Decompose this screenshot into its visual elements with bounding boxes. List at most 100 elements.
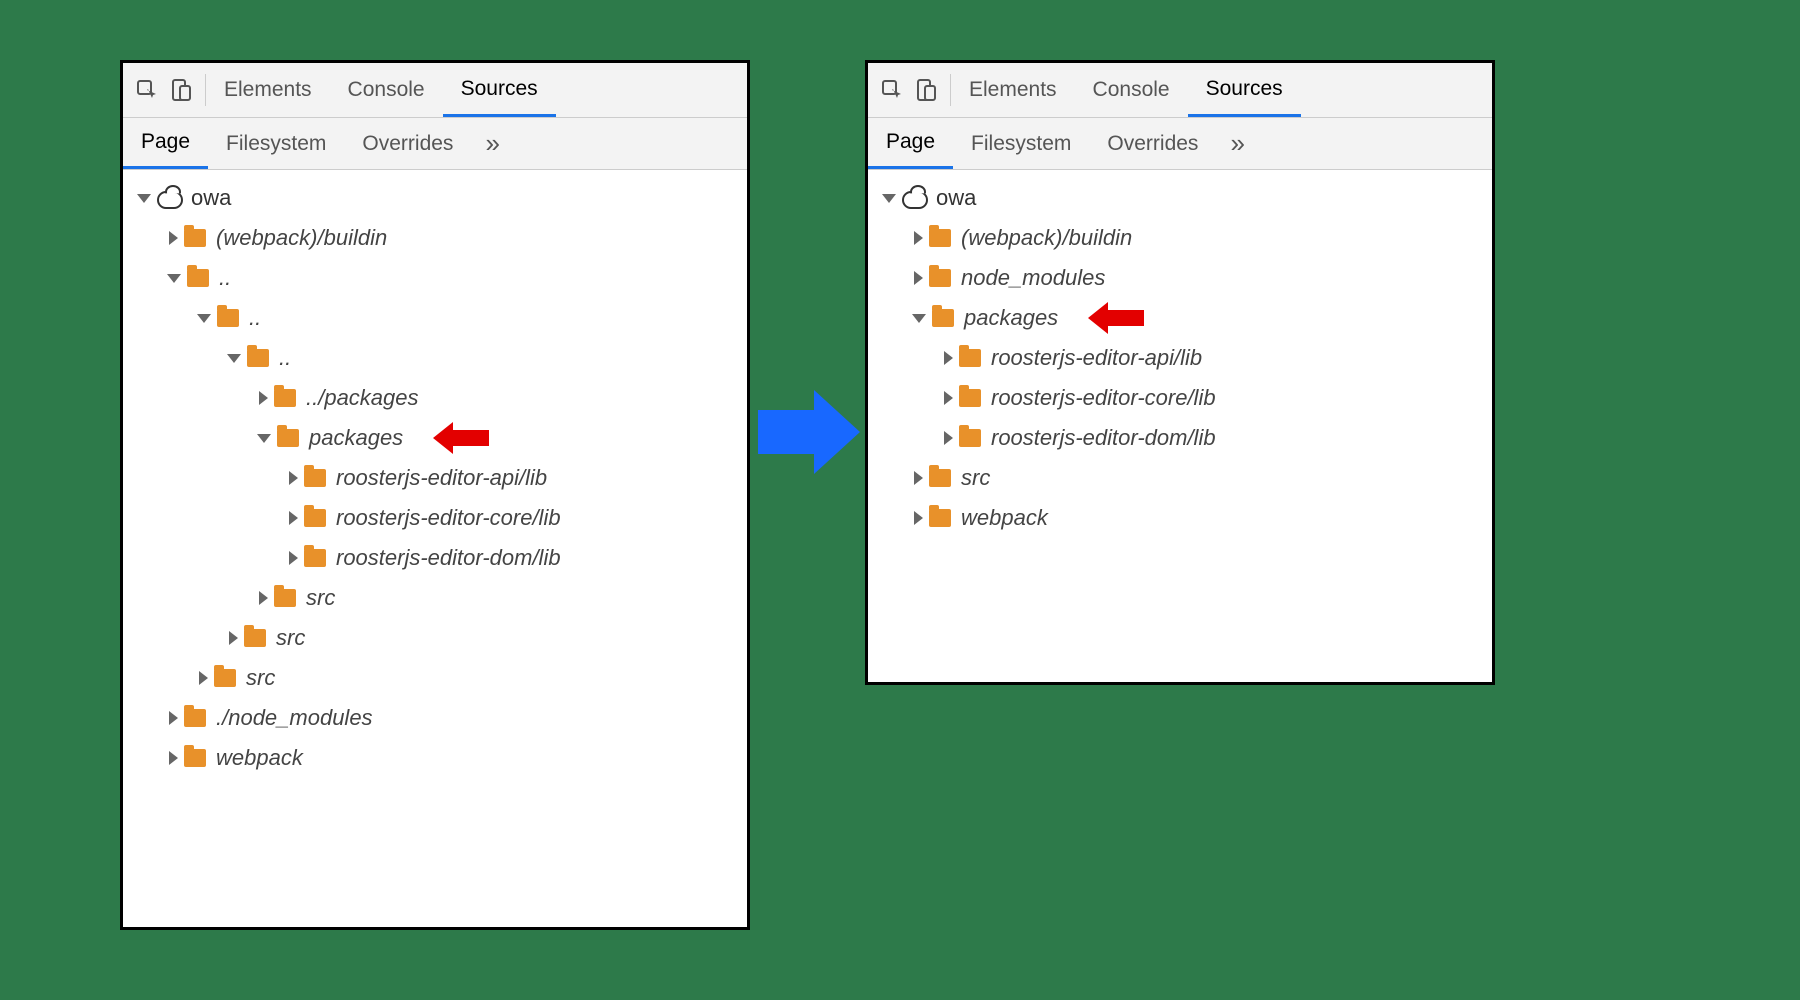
- tree-item-dotdot-3[interactable]: ..: [123, 338, 747, 378]
- expand-arrow-down-icon[interactable]: [227, 354, 241, 363]
- tree-item-label: ./node_modules: [216, 705, 373, 731]
- tree-item-dotdot-1[interactable]: ..: [123, 258, 747, 298]
- tree-item-node-modules[interactable]: node_modules: [868, 258, 1492, 298]
- expand-arrow-right-icon[interactable]: [944, 391, 953, 405]
- folder-icon: [187, 269, 209, 287]
- subtab-filesystem[interactable]: Filesystem: [208, 118, 344, 169]
- tree-item-roosterjs-core[interactable]: roosterjs-editor-core/lib: [123, 498, 747, 538]
- arrow-shaft-icon: [453, 430, 489, 446]
- tree-item-label: roosterjs-editor-dom/lib: [991, 425, 1216, 451]
- expand-arrow-right-icon[interactable]: [259, 591, 268, 605]
- tree-item-packages[interactable]: packages: [868, 298, 1492, 338]
- tree-item-label: ..: [219, 265, 231, 291]
- tree-item-roosterjs-core[interactable]: roosterjs-editor-core/lib: [868, 378, 1492, 418]
- tree-item-src-1[interactable]: src: [123, 658, 747, 698]
- folder-icon: [304, 469, 326, 487]
- tab-elements[interactable]: Elements: [951, 63, 1075, 117]
- subtab-overrides-label: Overrides: [362, 132, 453, 156]
- expand-arrow-right-icon[interactable]: [914, 231, 923, 245]
- tree-root-owa[interactable]: owa: [868, 178, 1492, 218]
- tree-item-src-3[interactable]: src: [123, 578, 747, 618]
- tab-console[interactable]: Console: [1075, 63, 1188, 117]
- expand-arrow-down-icon[interactable]: [912, 314, 926, 323]
- tab-elements-label: Elements: [969, 78, 1057, 102]
- tree-item-roosterjs-api[interactable]: roosterjs-editor-api/lib: [123, 458, 747, 498]
- devtools-panel-before: Elements Console Sources Page Filesystem…: [120, 60, 750, 930]
- subtab-page[interactable]: Page: [123, 118, 208, 169]
- tree-item-label: packages: [309, 425, 403, 451]
- blue-transition-arrow: [758, 390, 860, 474]
- tree-item-webpack[interactable]: webpack: [123, 738, 747, 778]
- tree-item-label: src: [246, 665, 275, 691]
- expand-arrow-down-icon[interactable]: [137, 194, 151, 203]
- subtab-more-icon[interactable]: »: [471, 118, 513, 169]
- inspect-element-icon[interactable]: [880, 78, 904, 102]
- expand-arrow-right-icon[interactable]: [944, 351, 953, 365]
- device-toggle-icon[interactable]: [169, 78, 193, 102]
- expand-arrow-right-icon[interactable]: [914, 271, 923, 285]
- arrow-shaft-icon: [1108, 310, 1144, 326]
- folder-icon: [184, 229, 206, 247]
- expand-arrow-right-icon[interactable]: [914, 471, 923, 485]
- tree-item-src[interactable]: src: [868, 458, 1492, 498]
- expand-arrow-right-icon[interactable]: [169, 711, 178, 725]
- expand-arrow-right-icon[interactable]: [289, 511, 298, 525]
- tree-item-label: (webpack)/buildin: [216, 225, 387, 251]
- folder-icon: [929, 269, 951, 287]
- tree-item-webpack[interactable]: webpack: [868, 498, 1492, 538]
- expand-arrow-right-icon[interactable]: [944, 431, 953, 445]
- subtab-overrides[interactable]: Overrides: [344, 118, 471, 169]
- tree-item-roosterjs-dom[interactable]: roosterjs-editor-dom/lib: [123, 538, 747, 578]
- tree-item-label: src: [961, 465, 990, 491]
- expand-arrow-right-icon[interactable]: [199, 671, 208, 685]
- expand-arrow-down-icon[interactable]: [197, 314, 211, 323]
- subtab-filesystem[interactable]: Filesystem: [953, 118, 1089, 169]
- tree-item-dotdot-2[interactable]: ..: [123, 298, 747, 338]
- tab-sources-label: Sources: [1206, 77, 1283, 101]
- tree-item-label: roosterjs-editor-api/lib: [336, 465, 547, 491]
- tree-root-owa[interactable]: owa: [123, 178, 747, 218]
- expand-arrow-right-icon[interactable]: [229, 631, 238, 645]
- tab-sources[interactable]: Sources: [1188, 63, 1301, 117]
- arrow-head-right-icon: [814, 390, 860, 474]
- expand-arrow-right-icon[interactable]: [289, 471, 298, 485]
- folder-icon: [274, 589, 296, 607]
- subtab-overrides[interactable]: Overrides: [1089, 118, 1216, 169]
- expand-arrow-right-icon[interactable]: [289, 551, 298, 565]
- arrow-head-left-icon: [433, 422, 453, 454]
- folder-icon: [184, 749, 206, 767]
- expand-arrow-right-icon[interactable]: [169, 751, 178, 765]
- expand-arrow-right-icon[interactable]: [259, 391, 268, 405]
- expand-arrow-right-icon[interactable]: [914, 511, 923, 525]
- tree-item-packages[interactable]: packages: [123, 418, 747, 458]
- tree-item-node-modules[interactable]: ./node_modules: [123, 698, 747, 738]
- folder-icon: [277, 429, 299, 447]
- tree-item-roosterjs-dom[interactable]: roosterjs-editor-dom/lib: [868, 418, 1492, 458]
- tree-item-webpack-buildin[interactable]: (webpack)/buildin: [123, 218, 747, 258]
- tab-console-label: Console: [1093, 78, 1170, 102]
- inspect-element-icon[interactable]: [135, 78, 159, 102]
- tree-item-src-2[interactable]: src: [123, 618, 747, 658]
- expand-arrow-down-icon[interactable]: [882, 194, 896, 203]
- tree-item-label: roosterjs-editor-api/lib: [991, 345, 1202, 371]
- subtab-filesystem-label: Filesystem: [971, 132, 1071, 156]
- folder-icon: [244, 629, 266, 647]
- tree-item-dotdot-packages[interactable]: ../packages: [123, 378, 747, 418]
- folder-icon: [214, 669, 236, 687]
- tab-console[interactable]: Console: [330, 63, 443, 117]
- tab-elements[interactable]: Elements: [206, 63, 330, 117]
- tree-item-roosterjs-api[interactable]: roosterjs-editor-api/lib: [868, 338, 1492, 378]
- devtools-toolbar: Elements Console Sources: [123, 63, 747, 118]
- folder-icon: [932, 309, 954, 327]
- subtab-page[interactable]: Page: [868, 118, 953, 169]
- expand-arrow-down-icon[interactable]: [257, 434, 271, 443]
- expand-arrow-right-icon[interactable]: [169, 231, 178, 245]
- tab-console-label: Console: [348, 78, 425, 102]
- device-toggle-icon[interactable]: [914, 78, 938, 102]
- tree-item-webpack-buildin[interactable]: (webpack)/buildin: [868, 218, 1492, 258]
- subtab-more-icon[interactable]: »: [1216, 118, 1258, 169]
- expand-arrow-down-icon[interactable]: [167, 274, 181, 283]
- tab-sources[interactable]: Sources: [443, 63, 556, 117]
- subtab-page-label: Page: [141, 130, 190, 154]
- subtab-more-label: »: [1230, 128, 1244, 159]
